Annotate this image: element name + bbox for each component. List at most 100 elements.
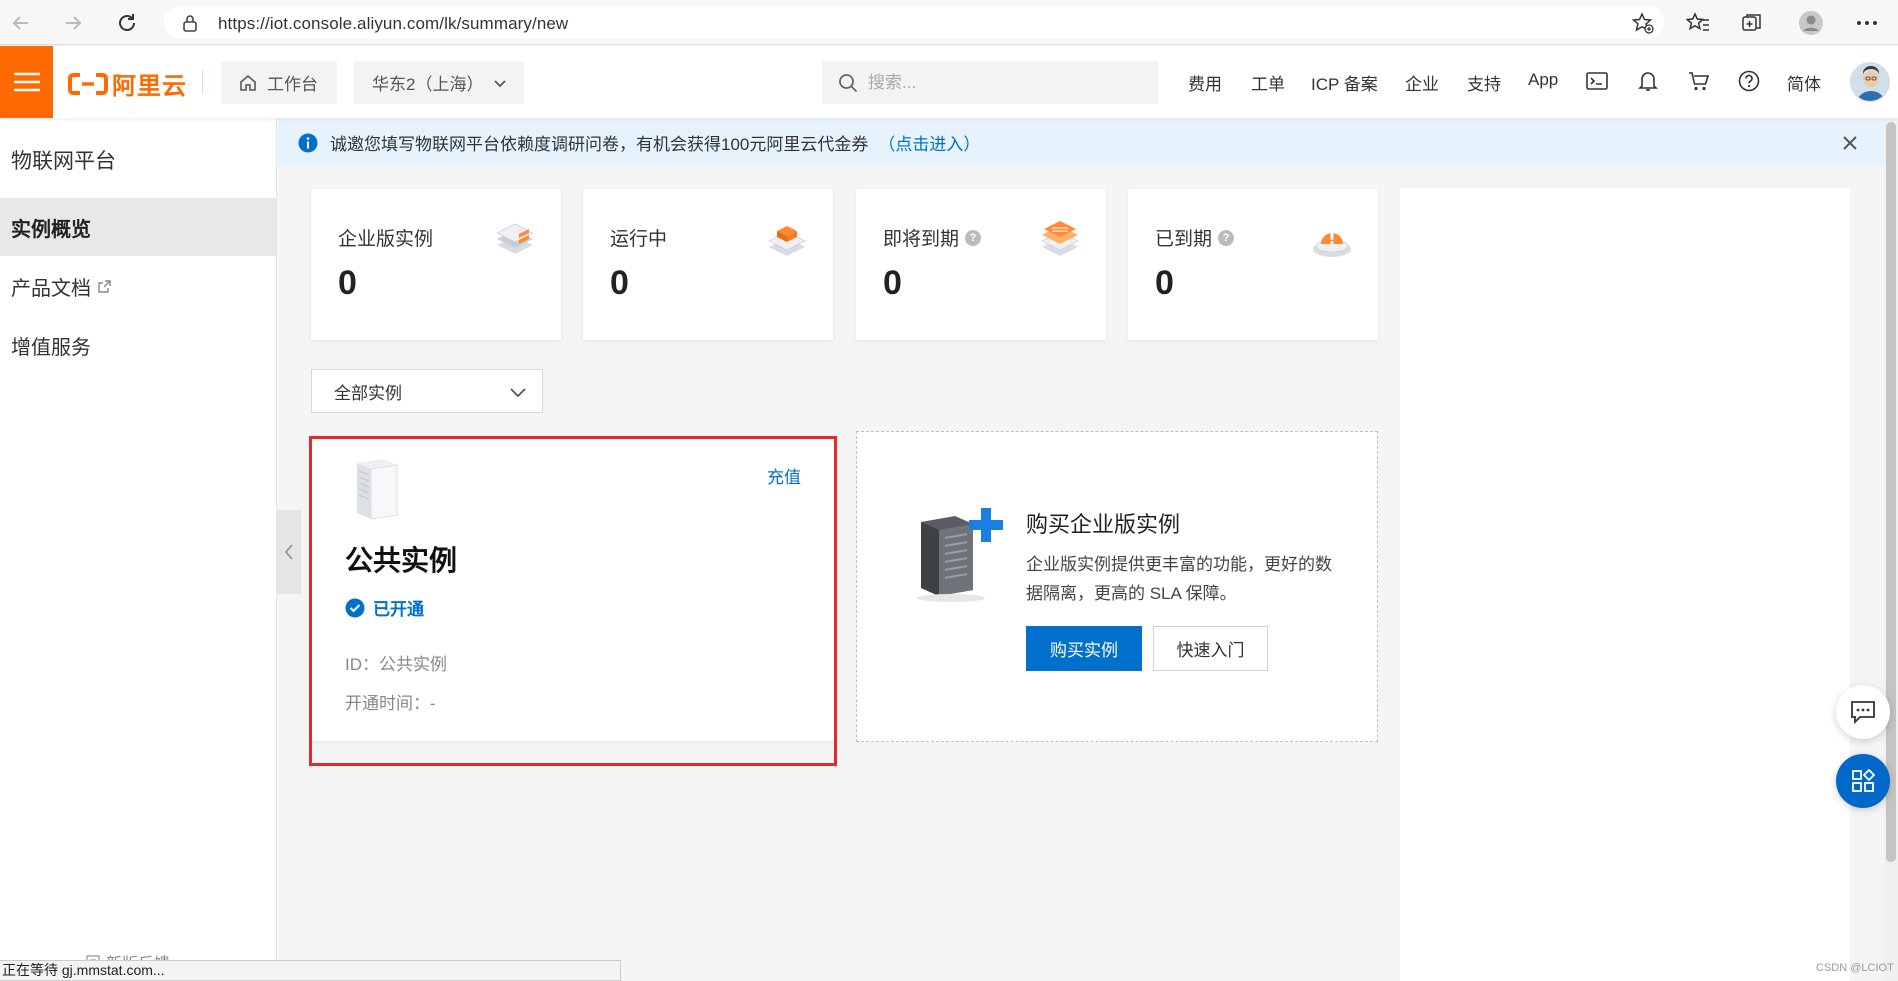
- chevron-down-icon: [510, 388, 526, 398]
- arrow-right-icon: [66, 16, 82, 30]
- lock-icon: [183, 15, 197, 32]
- chat-float-button[interactable]: [1836, 685, 1890, 739]
- sidebar-item-label: 产品文档: [11, 277, 91, 300]
- favorite-add-icon[interactable]: [1632, 12, 1654, 34]
- enterprise-link[interactable]: 企业: [1405, 70, 1439, 95]
- buy-card-description: 企业版实例提供更丰富的功能，更好的数据隔离，更高的 SLA 保障。: [1026, 555, 1332, 603]
- address-bar[interactable]: https://iot.console.aliyun.com/lk/summar…: [164, 6, 1664, 39]
- home-icon: [240, 74, 256, 91]
- profile-button[interactable]: [1796, 8, 1826, 38]
- sidebar-item-instance-overview[interactable]: 实例概览: [0, 198, 277, 256]
- browser-status-bar: 正在等待 gj.mmstat.com...: [0, 960, 621, 981]
- stat-label: 企业版实例: [338, 224, 433, 251]
- main-menu-button[interactable]: [0, 46, 53, 118]
- instance-filter-select[interactable]: 全部实例: [311, 369, 543, 413]
- expiring-stack-icon: [1041, 221, 1079, 256]
- stat-label-text: 企业版实例: [338, 229, 434, 250]
- sidebar-item-label: 实例概览: [11, 218, 91, 241]
- console-header: 阿里云 工作台 华东2（上海） 费用 工单 ICP 备案 企业 支持 App 简…: [0, 46, 1898, 118]
- quick-start-button[interactable]: 快速入门: [1153, 626, 1268, 671]
- notice-close-button[interactable]: [1838, 131, 1862, 155]
- stat-value: 0: [1155, 264, 1174, 302]
- region-selector[interactable]: 华东2（上海）: [354, 61, 524, 104]
- stat-label-text: 运行中: [610, 229, 668, 250]
- aliyun-bracket-icon: [68, 72, 108, 95]
- help-icon[interactable]: ?: [1218, 229, 1235, 246]
- user-avatar[interactable]: [1850, 62, 1890, 102]
- profile-icon: [1799, 11, 1823, 35]
- collections-icon: [1742, 14, 1761, 31]
- logo-text: 阿里云: [112, 73, 187, 100]
- favorites-button[interactable]: [1683, 8, 1713, 38]
- apps-float-button[interactable]: [1836, 754, 1890, 808]
- stat-label-text: 已到期: [1155, 229, 1213, 250]
- support-link[interactable]: 支持: [1467, 70, 1501, 95]
- survey-notice: 诚邀您填写物联网平台依赖度调研问卷，有机会获得100元阿里云代金券 （点击进入）: [278, 119, 1898, 166]
- language-switch[interactable]: 简体: [1787, 70, 1821, 95]
- enterprise-stack-icon: [496, 223, 534, 254]
- forward-button[interactable]: [58, 8, 88, 38]
- right-side-panel: [1400, 188, 1850, 981]
- sidebar-collapse-handle[interactable]: [277, 510, 301, 594]
- search-icon: [839, 73, 858, 92]
- back-button[interactable]: [6, 8, 36, 38]
- annotation-highlight-box: [309, 436, 837, 766]
- aliyun-logo[interactable]: 阿里云: [68, 66, 187, 101]
- reload-icon: [119, 14, 135, 31]
- favorites-icon: [1686, 12, 1709, 31]
- collections-button[interactable]: [1737, 8, 1767, 38]
- stat-card-expired: 已到期 ? 0: [1128, 189, 1378, 340]
- url-text: https://iot.console.aliyun.com/lk/summar…: [218, 14, 569, 33]
- chevron-down-icon: [494, 79, 507, 87]
- buy-instance-button[interactable]: 购买实例: [1026, 626, 1142, 671]
- filter-selected-label: 全部实例: [334, 383, 402, 403]
- info-icon: [298, 133, 318, 152]
- help-icon[interactable]: ?: [965, 229, 982, 246]
- stat-value: 0: [883, 264, 902, 302]
- stat-label: 已到期 ?: [1155, 224, 1235, 251]
- cloud-shell-button[interactable]: [1584, 68, 1610, 94]
- app-link[interactable]: App: [1528, 70, 1558, 90]
- cart-button[interactable]: [1686, 68, 1712, 94]
- search-box[interactable]: [822, 61, 1158, 104]
- close-icon: [1843, 136, 1857, 150]
- terminal-icon: [1586, 72, 1608, 90]
- notifications-button[interactable]: [1635, 68, 1661, 94]
- workbench-label: 工作台: [267, 75, 318, 94]
- stat-value: 0: [338, 264, 357, 302]
- notice-text: 诚邀您填写物联网平台依赖度调研问卷，有机会获得100元阿里云代金券: [330, 135, 869, 154]
- avatar-portrait-icon: [1851, 63, 1889, 101]
- bell-icon: [1638, 72, 1658, 91]
- scrollbar-thumb[interactable]: [1886, 122, 1896, 862]
- cart-icon: [1689, 72, 1710, 91]
- ticket-link[interactable]: 工单: [1251, 70, 1285, 95]
- sidebar-title: 物联网平台: [11, 150, 116, 173]
- external-link-icon: [98, 279, 111, 293]
- workbench-button[interactable]: 工作台: [221, 61, 337, 104]
- notice-link[interactable]: （点击进入）: [878, 130, 980, 155]
- region-label: 华东2（上海）: [372, 75, 484, 94]
- stat-label: 运行中: [610, 224, 667, 251]
- stat-label: 即将到期 ?: [883, 224, 982, 251]
- sidebar-item-product-docs[interactable]: 产品文档: [0, 257, 277, 315]
- arrow-left-icon: [12, 16, 28, 30]
- chat-bubble-icon: [1851, 701, 1875, 724]
- icp-link[interactable]: ICP 备案: [1311, 70, 1378, 95]
- sidebar: 物联网平台 实例概览 产品文档 增值服务 新版反馈: [0, 118, 277, 981]
- buy-enterprise-card: 购买企业版实例 企业版实例提供更丰富的功能，更好的数据隔离，更高的 SLA 保障…: [856, 431, 1378, 742]
- header-divider: [202, 70, 203, 94]
- more-menu-button[interactable]: [1852, 8, 1882, 38]
- reload-button[interactable]: [112, 8, 142, 38]
- billing-link[interactable]: 费用: [1188, 70, 1222, 95]
- search-input[interactable]: [868, 72, 1128, 93]
- running-stack-icon: [768, 226, 806, 256]
- sidebar-item-value-added[interactable]: 增值服务: [0, 316, 277, 374]
- stat-card-running: 运行中 0: [583, 189, 833, 340]
- stat-card-enterprise: 企业版实例 0: [311, 189, 561, 340]
- grid-apps-icon: [1852, 769, 1875, 792]
- buy-card-title: 购买企业版实例: [1026, 512, 1181, 537]
- hamburger-icon: [13, 72, 40, 92]
- watermark: CSDN @LCIOT: [1816, 962, 1894, 974]
- help-button[interactable]: [1736, 68, 1762, 94]
- stat-value: 0: [610, 264, 629, 302]
